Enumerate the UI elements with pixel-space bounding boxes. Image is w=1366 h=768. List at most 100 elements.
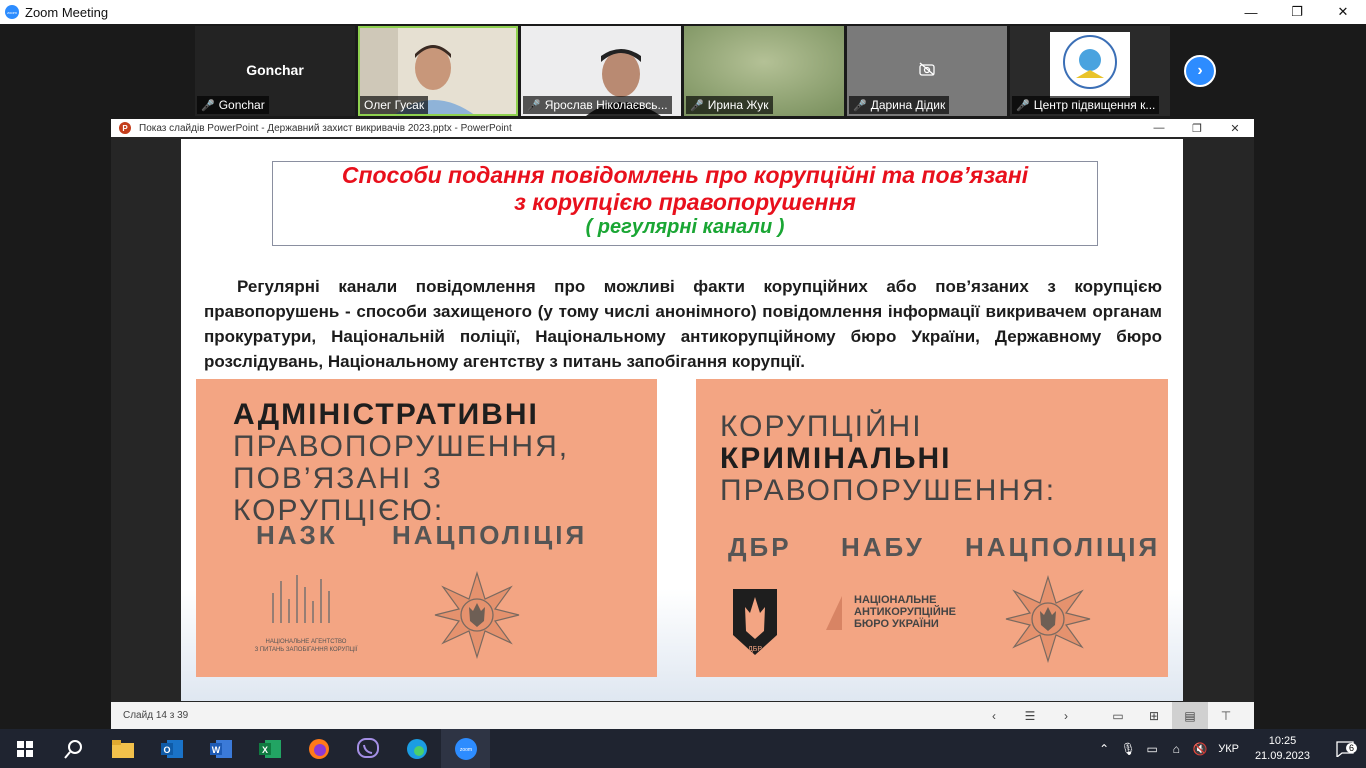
dbr-shield-icon: ДБР: [733, 589, 777, 655]
nabu-text-line-1: НАЦІОНАЛЬНЕ: [854, 594, 937, 606]
edge-icon[interactable]: [392, 729, 441, 768]
ppt-close-button[interactable]: ✕: [1216, 119, 1254, 137]
mic-muted-icon: 🎤: [690, 99, 704, 112]
police-star-icon: [1005, 575, 1091, 663]
agency-nazk: НАЗК: [256, 520, 338, 550]
participant-tile[interactable]: 🎤 Ярослав Ніколаєвсь...: [521, 26, 681, 116]
powerpoint-icon: P: [119, 122, 131, 134]
excel-icon[interactable]: X: [245, 729, 294, 768]
microphone-icon[interactable]: 🎙: [1116, 742, 1140, 756]
previous-slide-icon[interactable]: ‹: [976, 702, 1012, 729]
language-indicator[interactable]: УКР: [1218, 743, 1239, 755]
slide-body-text: Регулярні канали повідомлення про можлив…: [204, 277, 1162, 371]
dbr-logo: ДБР: [731, 587, 779, 662]
card-heading-line-2: ПРАВОПОРУШЕННЯ,: [233, 430, 570, 463]
mic-muted-icon: 🎤: [527, 99, 541, 112]
mic-muted-icon: 🎤: [201, 99, 215, 112]
next-slide-icon[interactable]: ›: [1048, 702, 1084, 729]
zoom-taskbar-icon[interactable]: zoom: [441, 729, 490, 768]
slide-sorter-icon[interactable]: ⊞: [1136, 702, 1172, 729]
participant-video-strip: Gonchar 🎤 Gonchar Олег Гусак 🎤 Ярослав Нік…: [0, 24, 1366, 118]
svg-text:zoom: zoom: [459, 747, 471, 753]
slide[interactable]: Способи подання повідомлень про корупцій…: [181, 139, 1183, 701]
camera-off-icon: [919, 62, 935, 76]
clock[interactable]: 10:25 21.09.2023: [1255, 734, 1310, 764]
svg-text:W: W: [211, 745, 220, 755]
card-heading-line-2: КРИМІНАЛЬНІ: [720, 442, 952, 475]
svg-text:X: X: [261, 745, 267, 755]
card-heading-line-3: ПРАВОПОРУШЕННЯ:: [720, 474, 1057, 507]
powerpoint-window: P Показ слайдів PowerPoint - Державний з…: [111, 119, 1254, 729]
slide-menu-icon[interactable]: ☰: [1012, 702, 1048, 729]
outlook-icon[interactable]: O: [147, 729, 196, 768]
participant-tile[interactable]: 🎤 Дарина Дідик: [847, 26, 1007, 116]
slide-subtitle: ( регулярні канали ): [585, 216, 785, 238]
file-explorer-icon[interactable]: [98, 729, 147, 768]
dbr-mark-text: ДБР: [748, 646, 762, 653]
participant-name: Ярослав Ніколаєвсь...: [544, 98, 668, 112]
participant-tile[interactable]: Олег Гусак: [358, 26, 518, 116]
nazk-bars-icon: [272, 575, 330, 623]
chevron-right-icon[interactable]: ›: [1184, 55, 1216, 87]
ppt-restore-button[interactable]: ❐: [1178, 119, 1216, 137]
participant-name: Gonchar: [218, 98, 265, 112]
windows-start-icon[interactable]: [0, 729, 49, 768]
word-icon[interactable]: W: [196, 729, 245, 768]
slide-title-line-1: Способи подання повідомлень про корупцій…: [341, 162, 1029, 188]
card-heading-line-3: ПОВ’ЯЗАНІ З КОРУПЦІЄЮ:: [233, 462, 445, 527]
svg-text:O: O: [163, 745, 170, 755]
agency-nabu: НАБУ: [841, 532, 925, 562]
chevron-up-icon[interactable]: ⌃: [1092, 742, 1116, 756]
zoom-logo-icon: zoom: [5, 5, 19, 19]
nabu-text-line-2: АНТИКОРУПЦІЙНЕ: [854, 606, 957, 618]
agency-natspolitsiia: НАЦПОЛІЦІЯ: [965, 532, 1161, 562]
nazk-caption-line-2: З ПИТАНЬ ЗАПОБІГАННЯ КОРУПЦІЇ: [254, 647, 358, 653]
admin-offenses-card: АДМІНІСТРАТИВНІ ПРАВОПОРУШЕННЯ, ПОВ’ЯЗАН…: [196, 379, 657, 677]
minimize-button[interactable]: —: [1228, 0, 1274, 24]
window-title: Zoom Meeting: [25, 4, 109, 20]
firefox-icon[interactable]: [294, 729, 343, 768]
zoom-titlebar: zoom Zoom Meeting — ❐ ✕: [0, 0, 1366, 24]
police-star-icon: [434, 571, 520, 659]
agency-dbr: ДБР: [728, 532, 792, 562]
ppt-minimize-button[interactable]: —: [1140, 119, 1178, 137]
normal-view-icon[interactable]: ▭: [1100, 702, 1136, 729]
participant-name: Олег Гусак: [364, 98, 425, 112]
mic-muted-icon: 🎤: [1016, 99, 1030, 112]
viber-icon[interactable]: [343, 729, 392, 768]
card-heading-line-1: АДМІНІСТРАТИВНІ: [233, 398, 539, 431]
slide-title-box: Способи подання повідомлень про корупцій…: [272, 161, 1098, 246]
nabu-logo: НАЦІОНАЛЬНЕ АНТИКОРУПЦІЙНЕ БЮРО УКРАЇНИ: [824, 594, 956, 630]
nabu-mark-icon: [826, 596, 842, 630]
powerpoint-status-bar: Слайд 14 з 39 ‹ ☰ › ▭ ⊞ ▤ ⊤: [111, 702, 1254, 729]
notifications-icon[interactable]: 6: [1324, 729, 1366, 768]
participant-name: Ирина Жук: [707, 98, 769, 112]
slide-title-line-2: з корупцією правопорушення: [514, 189, 856, 215]
system-tray: ⌃ 🎙 ▭ ⌂ 🔇 УКР 10:25 21.09.2023 6: [1092, 729, 1366, 768]
reading-view-icon[interactable]: ▤: [1172, 702, 1208, 729]
participant-name: Дарина Дідик: [870, 98, 946, 112]
nazk-logo: НАЦІОНАЛЬНЕ АГЕНТСТВО З ПИТАНЬ ЗАПОБІГАН…: [241, 571, 371, 654]
maximize-button[interactable]: ❐: [1274, 0, 1320, 24]
nabu-text-line-3: БЮРО УКРАЇНИ: [854, 618, 939, 630]
participant-tile[interactable]: 🎤 Центр підвищення к...: [1010, 26, 1170, 116]
powerpoint-titlebar: P Показ слайдів PowerPoint - Державний з…: [111, 119, 1254, 137]
volume-muted-icon[interactable]: 🔇: [1188, 742, 1212, 756]
participant-tile[interactable]: Gonchar 🎤 Gonchar: [195, 26, 355, 116]
criminal-offenses-card: КОРУПЦІЙНІ КРИМІНАЛЬНІ ПРАВОПОРУШЕННЯ: Д…: [696, 379, 1168, 677]
participant-tile[interactable]: 🎤 Ирина Жук: [684, 26, 844, 116]
card-heading-line-1: КОРУПЦІЙНІ: [720, 410, 923, 443]
agency-natspolitsiia: НАЦПОЛІЦІЯ: [392, 520, 588, 550]
notifications-count: 6: [1345, 743, 1357, 753]
close-button[interactable]: ✕: [1320, 0, 1366, 24]
windows-taskbar: O W X zoom ⌃ 🎙 ▭ ⌂ 🔇 УКР 10:25 21.09.202…: [0, 729, 1366, 768]
participant-name: Центр підвищення к...: [1033, 98, 1156, 112]
nazk-caption-line-1: НАЦІОНАЛЬНЕ АГЕНТСТВО: [265, 639, 347, 645]
battery-icon[interactable]: ▭: [1140, 742, 1164, 756]
clock-time: 10:25: [1268, 734, 1297, 747]
network-icon[interactable]: ⌂: [1164, 742, 1188, 756]
search-icon[interactable]: [49, 729, 98, 768]
powerpoint-title: Показ слайдів PowerPoint - Державний зах…: [139, 122, 512, 134]
mic-muted-icon: 🎤: [853, 99, 867, 112]
slideshow-icon[interactable]: ⊤: [1208, 702, 1244, 729]
